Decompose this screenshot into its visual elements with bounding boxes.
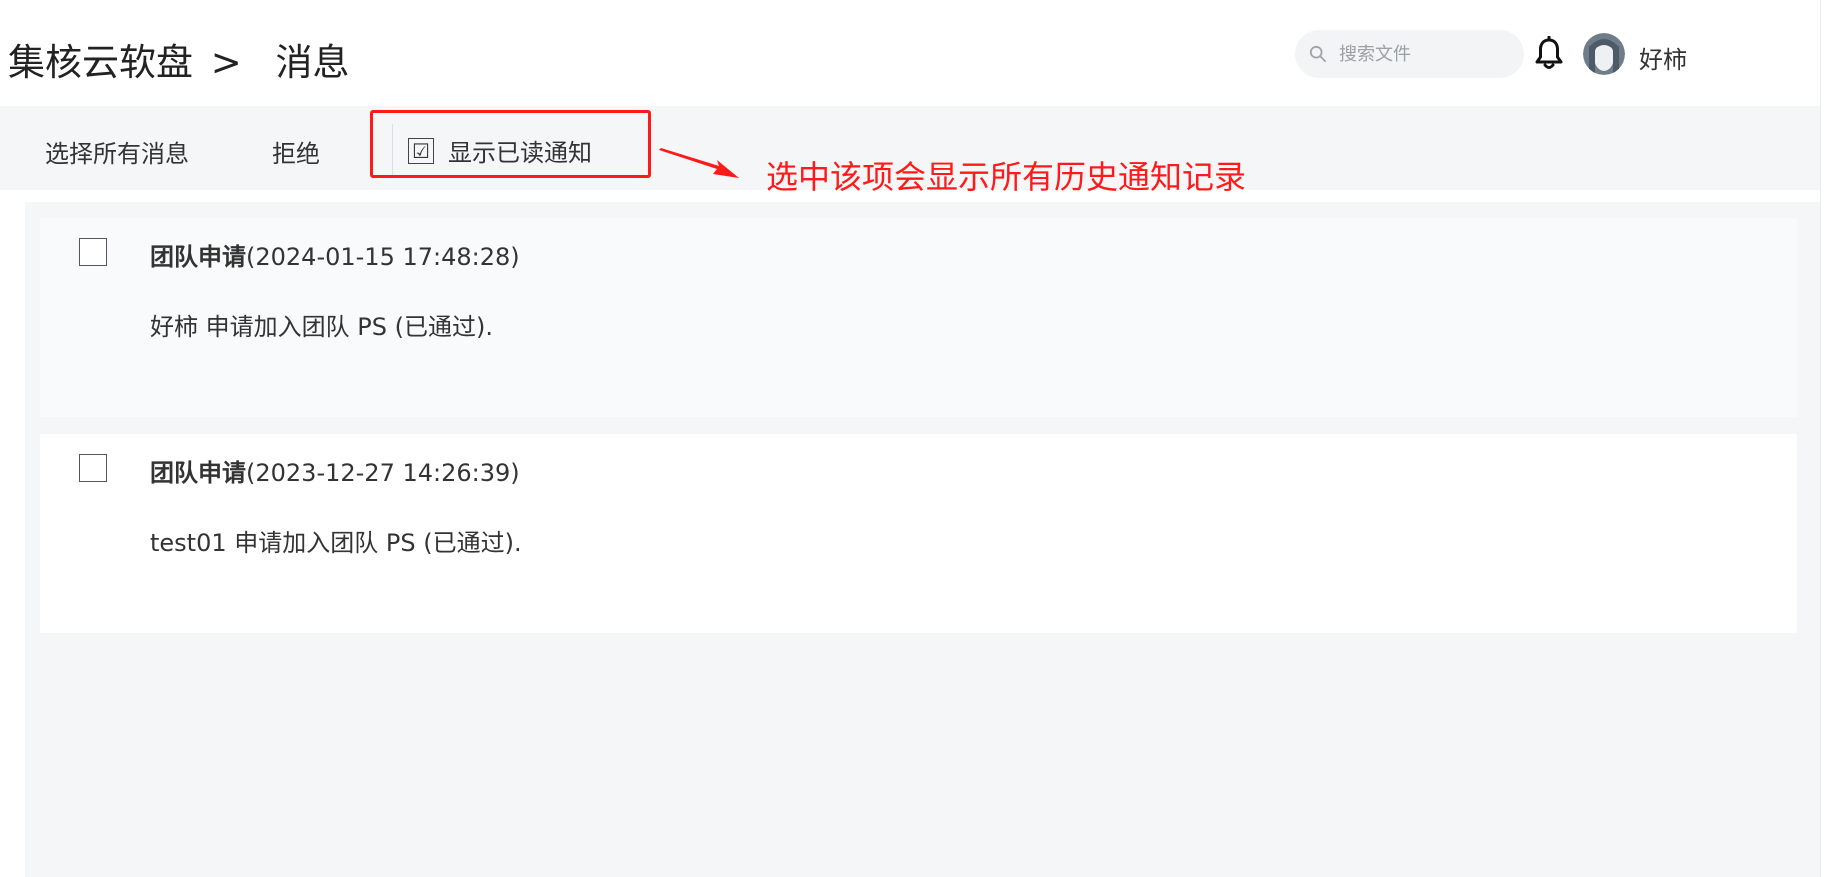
search-box[interactable]: [1295, 30, 1524, 78]
message-type: 团队申请: [150, 459, 246, 487]
annotation-note: 选中该项会显示所有历史通知记录: [766, 158, 1247, 196]
page-title: 消息: [275, 41, 350, 84]
username[interactable]: 好柿: [1639, 40, 1687, 75]
page-scrollbar[interactable]: [1820, 0, 1831, 877]
message-checkbox[interactable]: [79, 238, 107, 266]
reject-button[interactable]: 拒绝: [272, 134, 320, 169]
message-title: 团队申请(2024-01-15 17:48:28): [150, 237, 520, 272]
message-checkbox[interactable]: [79, 454, 107, 482]
message-body: test01 申请加入团队 PS (已通过).: [150, 529, 522, 557]
bell-icon[interactable]: [1534, 36, 1564, 72]
message-type: 团队申请: [150, 243, 246, 271]
message-list: 团队申请(2024-01-15 17:48:28) 好柿 申请加入团队 PS (…: [25, 202, 1820, 877]
breadcrumb: 集核云软盘 > 消息: [8, 32, 350, 86]
annotation-highlight-box: [370, 110, 651, 178]
breadcrumb-separator: >: [210, 41, 242, 84]
message-time: (2024-01-15 17:48:28): [246, 243, 520, 271]
message-item: 团队申请(2023-12-27 14:26:39) test01 申请加入团队 …: [40, 434, 1797, 633]
search-icon: [1309, 45, 1327, 63]
message-time: (2023-12-27 14:26:39): [246, 459, 520, 487]
annotation-arrow: [659, 148, 739, 178]
app-title[interactable]: 集核云软盘: [8, 41, 193, 84]
search-input[interactable]: [1337, 42, 1511, 66]
select-all-button[interactable]: 选择所有消息: [45, 134, 189, 169]
top-header: 集核云软盘 > 消息 好柿: [0, 0, 1831, 106]
avatar[interactable]: [1583, 33, 1625, 75]
message-item: 团队申请(2024-01-15 17:48:28) 好柿 申请加入团队 PS (…: [40, 218, 1797, 417]
message-title: 团队申请(2023-12-27 14:26:39): [150, 453, 520, 488]
message-body: 好柿 申请加入团队 PS (已通过).: [150, 313, 493, 341]
